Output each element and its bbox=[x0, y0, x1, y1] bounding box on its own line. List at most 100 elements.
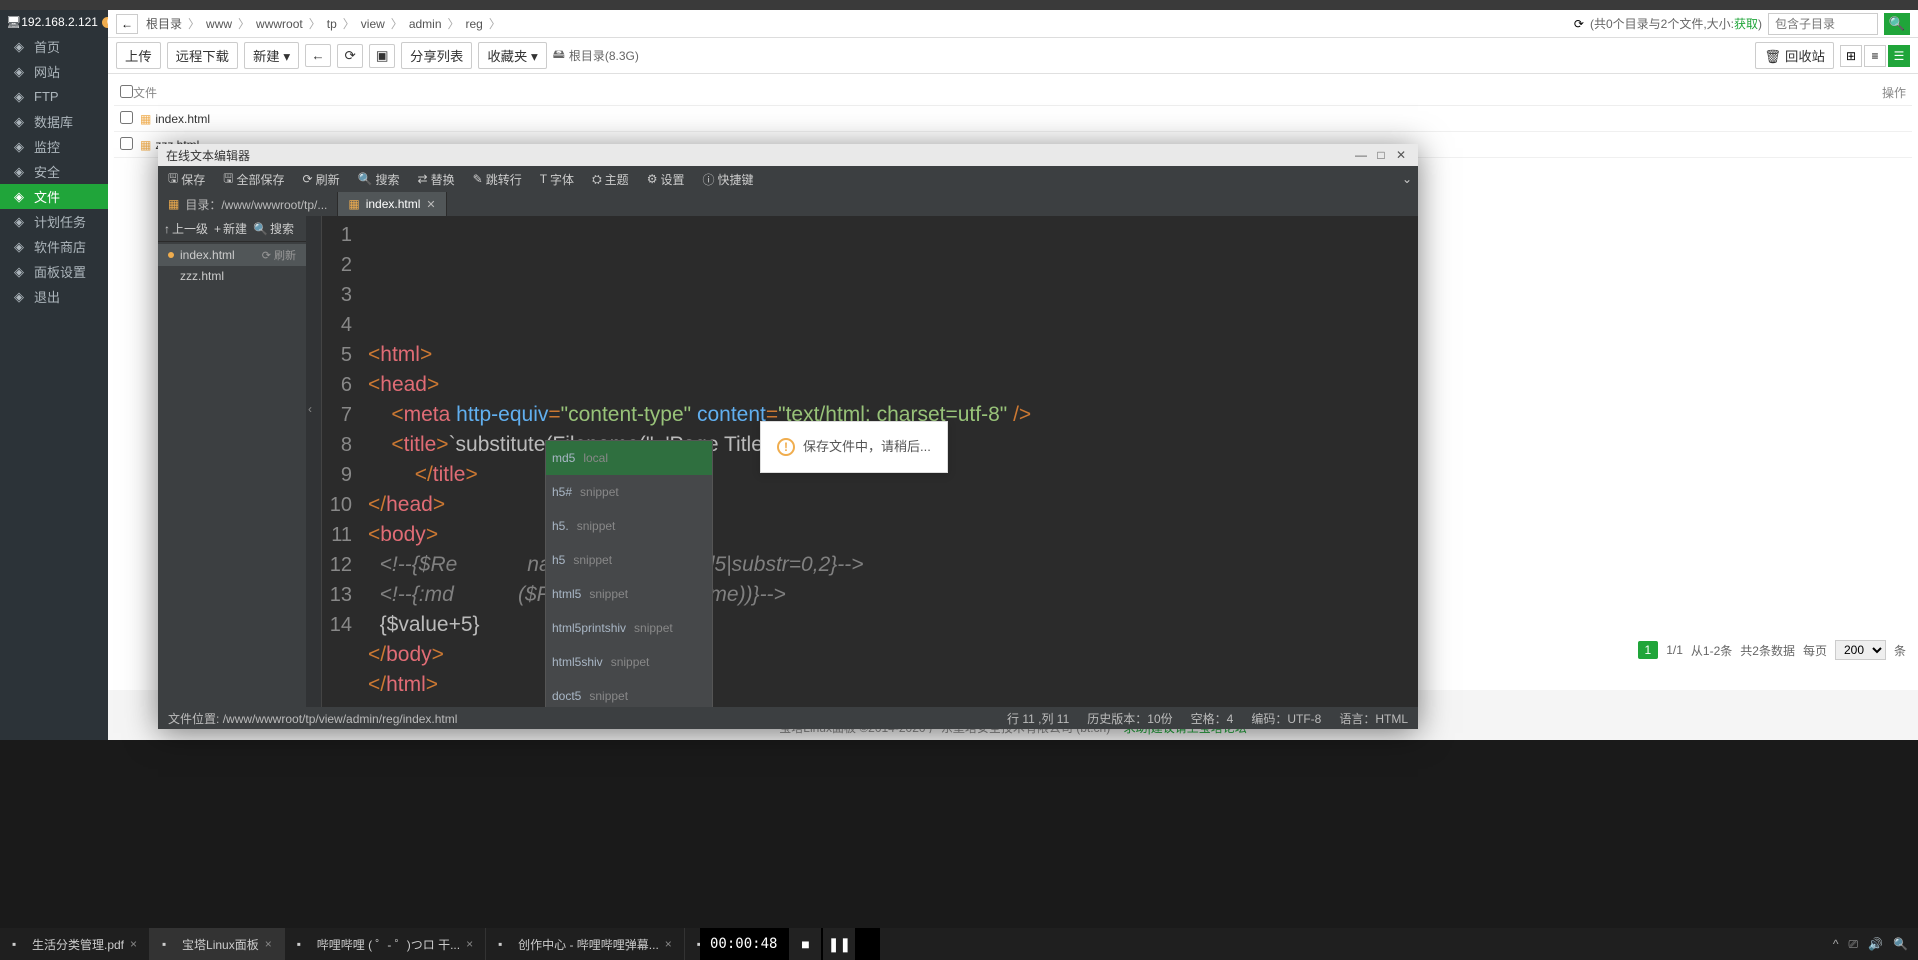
tree-file[interactable]: zzz.html bbox=[158, 266, 306, 286]
share-list-button[interactable]: 分享列表 bbox=[401, 42, 472, 69]
status-spaces[interactable]: 空格：4 bbox=[1191, 710, 1234, 727]
breadcrumb-segment[interactable]: www bbox=[200, 17, 238, 31]
tray-volume-icon[interactable]: 🔊 bbox=[1868, 937, 1883, 951]
select-all-checkbox[interactable] bbox=[120, 85, 133, 98]
current-page[interactable]: 1 bbox=[1638, 641, 1659, 659]
upload-button[interactable]: 上传 bbox=[116, 42, 161, 69]
new-menu-button[interactable]: 新建 ▾ bbox=[244, 42, 299, 69]
sidebar-item-home[interactable]: ◈首页 bbox=[0, 34, 108, 59]
pause-button[interactable]: ❚❚ bbox=[823, 928, 855, 960]
theme-button[interactable]: ⛭ 主题 bbox=[588, 169, 633, 190]
replace-button[interactable]: ⇄ 替换 bbox=[414, 169, 459, 190]
sidebar-item-store[interactable]: ◈软件商店 bbox=[0, 234, 108, 259]
sidebar-item-monitor[interactable]: ◈监控 bbox=[0, 134, 108, 159]
autocomplete-item[interactable]: doct5snippet bbox=[546, 679, 712, 707]
code-content[interactable]: md5localh5#snippeth5.snippeth5snippethtm… bbox=[360, 216, 1418, 707]
sidebar-item-exit[interactable]: ◈退出 bbox=[0, 284, 108, 309]
autocomplete-item[interactable]: h5snippet bbox=[546, 543, 712, 577]
save-button[interactable]: 🖫 保存 bbox=[164, 167, 209, 192]
recycle-bin-button[interactable]: 🗑 回收站 bbox=[1755, 42, 1834, 69]
code-editor[interactable]: ‹ 1234567891011121314 md5localh5#snippet… bbox=[306, 216, 1418, 707]
tab-close-icon[interactable]: ✕ bbox=[426, 198, 435, 211]
breadcrumb-segment[interactable]: reg bbox=[460, 17, 489, 31]
breadcrumb-segment[interactable]: 根目录 bbox=[140, 17, 188, 31]
file-row[interactable]: ▦index.html bbox=[114, 106, 1912, 132]
taskbar-close-icon[interactable]: × bbox=[265, 937, 272, 951]
view-list-button[interactable]: ≡ bbox=[1864, 45, 1886, 67]
sidebar-item-file[interactable]: ◈文件 bbox=[0, 184, 108, 209]
sidebar-item-db[interactable]: ◈数据库 bbox=[0, 109, 108, 134]
favorites-button[interactable]: 收藏夹 ▾ bbox=[478, 42, 546, 69]
sidebar-item-task[interactable]: ◈计划任务 bbox=[0, 209, 108, 234]
maximize-button[interactable]: □ bbox=[1372, 147, 1390, 163]
stop-button[interactable]: ■ bbox=[789, 928, 821, 960]
file-checkbox[interactable] bbox=[120, 111, 133, 124]
hotkeys-button[interactable]: ⓘ 快捷键 bbox=[698, 169, 757, 190]
font-button[interactable]: T 字体 bbox=[536, 169, 578, 190]
breadcrumb-segment[interactable]: view bbox=[355, 17, 391, 31]
view-grid-button[interactable]: ⊞ bbox=[1840, 45, 1862, 67]
taskbar-item[interactable]: ▪生活分类管理.pdf× bbox=[0, 928, 150, 960]
taskbar-item[interactable]: ▪哔哩哔哩 ( ゜- ゜)つロ 干...× bbox=[285, 928, 486, 960]
editor-tab[interactable]: ▦index.html✕ bbox=[338, 192, 446, 216]
per-page-unit: 条 bbox=[1894, 642, 1906, 659]
sidebar-item-globe[interactable]: ◈网站 bbox=[0, 59, 108, 84]
fold-caret-icon[interactable]: ‹ bbox=[308, 402, 320, 414]
sidebar-item-gear[interactable]: ◈面板设置 bbox=[0, 259, 108, 284]
breadcrumb-segment[interactable]: tp bbox=[321, 17, 343, 31]
autocomplete-item[interactable]: h5.snippet bbox=[546, 509, 712, 543]
taskbar-item[interactable]: ▪创作中心 - 哔哩哔哩弹幕...× bbox=[486, 928, 685, 960]
up-level-button[interactable]: ↑上一级 bbox=[164, 220, 208, 237]
file-checkbox[interactable] bbox=[120, 137, 133, 150]
refresh-editor-button[interactable]: ⟳ 刷新 bbox=[299, 169, 344, 190]
sidebar-item-shield[interactable]: ◈安全 bbox=[0, 159, 108, 184]
get-size-link[interactable]: 获取 bbox=[1734, 17, 1758, 31]
monitor-icon: 🖥 bbox=[6, 15, 21, 29]
search-editor-button[interactable]: 🔍 搜索 bbox=[354, 169, 404, 190]
status-lang[interactable]: 语言：HTML bbox=[1339, 710, 1408, 727]
autocomplete-item[interactable]: html5shivsnippet bbox=[546, 645, 712, 679]
sidebar-ip[interactable]: 🖥 192.168.2.121 0 bbox=[0, 10, 108, 34]
taskbar-item[interactable]: ▪宝塔Linux面板× bbox=[150, 928, 285, 960]
close-button[interactable]: ✕ bbox=[1392, 147, 1410, 163]
settings-button[interactable]: ⚙ 设置 bbox=[643, 169, 689, 190]
autocomplete-item[interactable]: h5#snippet bbox=[546, 475, 712, 509]
status-history[interactable]: 历史版本：10份 bbox=[1087, 710, 1172, 727]
tree-file[interactable]: index.html⟳ 刷新 bbox=[158, 244, 306, 266]
nav-back2-button[interactable]: ← bbox=[305, 44, 331, 67]
remote-download-button[interactable]: 远程下载 bbox=[167, 42, 238, 69]
saveall-button[interactable]: 🖫 全部保存 bbox=[219, 167, 288, 192]
breadcrumb-segment[interactable]: wwwroot bbox=[250, 17, 309, 31]
editor-tab[interactable]: ▦目录：/www/wwwroot/tp/... bbox=[158, 192, 338, 216]
tray-screen-icon[interactable]: ⎚ bbox=[1848, 937, 1858, 952]
autocomplete-item[interactable]: md5local bbox=[546, 441, 712, 475]
breadcrumb-segment[interactable]: admin bbox=[403, 17, 448, 31]
search-input[interactable] bbox=[1768, 13, 1878, 35]
ac-type: snippet bbox=[580, 477, 619, 507]
file-name[interactable]: ▦index.html bbox=[140, 112, 210, 126]
new-file-button[interactable]: + 新建 bbox=[214, 220, 247, 237]
search-button[interactable]: 🔍 bbox=[1884, 13, 1910, 35]
terminal-button[interactable]: ▣ bbox=[369, 44, 395, 68]
tray-up-icon[interactable]: ^ bbox=[1833, 937, 1839, 951]
autocomplete-item[interactable]: html5printshivsnippet bbox=[546, 611, 712, 645]
tree-search-button[interactable]: 🔍 搜索 bbox=[253, 220, 294, 237]
toolbar-caret-icon[interactable]: ⌄ bbox=[1402, 172, 1412, 186]
autocomplete-item[interactable]: html5snippet bbox=[546, 577, 712, 611]
refresh-file-icon[interactable]: ⟳ 刷新 bbox=[262, 247, 296, 263]
nav-back-button[interactable]: ← bbox=[116, 14, 138, 34]
goto-button[interactable]: ✎ 跳转行 bbox=[469, 169, 526, 190]
taskbar-close-icon[interactable]: × bbox=[466, 937, 473, 951]
refresh2-button[interactable]: ⟳ bbox=[337, 44, 363, 68]
taskbar-close-icon[interactable]: × bbox=[130, 937, 137, 951]
status-encoding[interactable]: 编码：UTF-8 bbox=[1251, 710, 1321, 727]
sidebar-item-ftp[interactable]: ◈FTP bbox=[0, 84, 108, 109]
tray-search-icon[interactable]: 🔍 bbox=[1893, 937, 1908, 951]
taskbar-close-icon[interactable]: × bbox=[665, 937, 672, 951]
refresh-button[interactable]: ⟳ bbox=[1574, 17, 1584, 31]
minimize-button[interactable]: — bbox=[1352, 147, 1370, 163]
autocomplete-popup[interactable]: md5localh5#snippeth5.snippeth5snippethtm… bbox=[545, 440, 713, 707]
per-page-select[interactable]: 200 bbox=[1835, 640, 1886, 660]
editor-titlebar[interactable]: 在线文本编辑器 — □ ✕ bbox=[158, 144, 1418, 166]
view-detail-button[interactable]: ☰ bbox=[1888, 45, 1910, 67]
